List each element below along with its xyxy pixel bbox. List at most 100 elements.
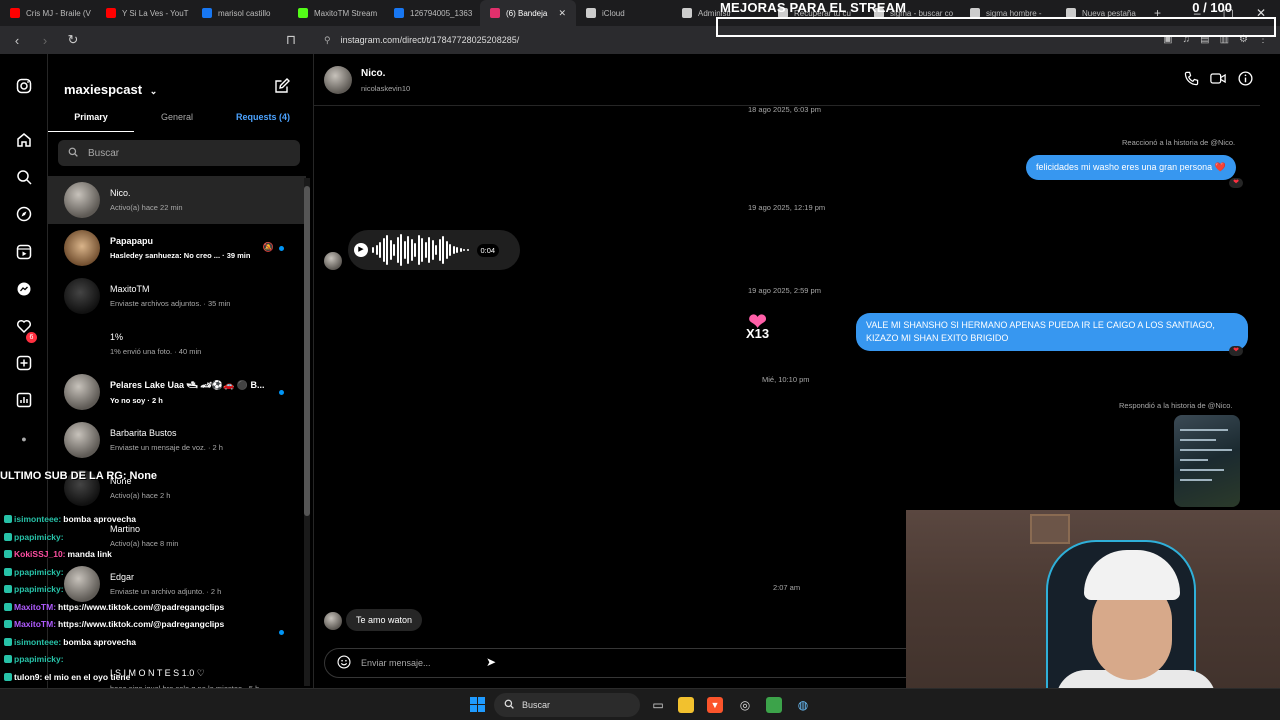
waveform-bar xyxy=(403,241,406,259)
chat-text: el mio en el oyo tiene xyxy=(44,671,131,682)
tab-favicon-icon xyxy=(682,8,692,18)
forward-button[interactable]: › xyxy=(36,33,54,48)
tab-requests[interactable]: Requests (4) xyxy=(220,110,306,132)
home-icon[interactable] xyxy=(14,130,34,150)
message-bubble-sent[interactable]: VALE MI SHANSHO SI HERMANO APENAS PUEDA … xyxy=(856,313,1248,351)
account-switcher[interactable]: maxiespcast ⌄ xyxy=(64,82,157,97)
timestamp: Mié, 10:10 pm xyxy=(762,375,810,384)
avatar xyxy=(64,278,100,314)
back-button[interactable]: ‹ xyxy=(8,33,26,48)
conversation-name: Pelares Lake Uaa 🛥 🏎⚽🚗 ⚫ B... xyxy=(110,379,265,390)
muted-icon: 🔕 xyxy=(262,242,274,252)
phone-icon[interactable] xyxy=(1184,71,1199,89)
waveform-bar xyxy=(375,245,378,255)
chat-username: ppapimicky: xyxy=(14,566,64,577)
conversation-name: Barbarita Bustos xyxy=(110,428,177,438)
reload-button[interactable]: ↻ xyxy=(64,32,82,48)
chat-text: manda link xyxy=(67,549,112,559)
messages-icon[interactable] xyxy=(14,279,34,299)
tab-label: marisol castillo xyxy=(218,8,271,18)
waveform-bar xyxy=(407,236,409,264)
info-icon[interactable] xyxy=(1238,71,1253,89)
windows-start-icon[interactable] xyxy=(470,697,485,712)
dashboard-icon[interactable] xyxy=(14,390,34,410)
waveform-bar xyxy=(445,241,448,259)
reels-icon[interactable] xyxy=(14,242,34,262)
list-item[interactable]: MaxitoTM Enviaste archivos adjuntos. · 35… xyxy=(48,272,306,320)
story-thumbnail[interactable] xyxy=(1174,415,1240,507)
list-item[interactable]: Nico. Activo(a) hace 22 min xyxy=(48,176,306,224)
waveform-bar xyxy=(400,234,402,266)
instagram-icon[interactable] xyxy=(14,76,34,96)
avatar[interactable] xyxy=(324,66,352,94)
chat-username: isimonteee: xyxy=(14,514,62,524)
brave-browser-icon[interactable]: ▼ xyxy=(707,697,723,713)
search-input[interactable]: Buscar xyxy=(88,148,119,159)
message-bubble-received[interactable]: Te amo waton xyxy=(346,609,423,631)
sticker-label: X13 xyxy=(746,326,770,341)
waveform-bar xyxy=(421,238,423,262)
conversation-preview: Enviaste archivos adjuntos. · 35 min xyxy=(110,299,231,308)
url-field[interactable]: ⚲ instagram.com/direct/t/178477280252082… xyxy=(324,35,519,46)
browser-tab[interactable]: (6) Bandeja ✕ xyxy=(480,0,576,26)
waveform-bar xyxy=(386,235,388,265)
explore-icon[interactable] xyxy=(14,204,34,224)
message-bubble-sent[interactable]: felicidades mi washo eres una gran perso… xyxy=(1026,155,1236,180)
sticker[interactable]: ❤ X13 xyxy=(746,311,770,341)
compose-icon[interactable] xyxy=(274,78,290,98)
browser-tab[interactable]: Cris MJ - Braile (V xyxy=(0,0,96,26)
emoji-icon[interactable] xyxy=(337,655,351,671)
search-icon[interactable] xyxy=(14,167,34,187)
plus-icon[interactable] xyxy=(14,353,34,373)
file-explorer-icon[interactable] xyxy=(678,697,694,713)
waveform-bar xyxy=(431,240,434,260)
list-item[interactable]: 1% 1% envió una foto. · 40 min xyxy=(48,320,306,368)
waveform-bar xyxy=(382,238,385,262)
heart-icon[interactable] xyxy=(14,316,34,336)
taskbar-search-label: Buscar xyxy=(522,700,551,710)
conversation-scrollbar[interactable] xyxy=(304,178,310,686)
conversation-preview: Yo no soy · 2 h xyxy=(110,395,163,405)
browser-tab[interactable]: marisol castillo xyxy=(192,0,288,26)
voice-message[interactable]: ▶ 0:04 xyxy=(348,230,520,270)
close-tab-icon[interactable]: ✕ xyxy=(558,8,566,19)
list-item[interactable]: Papapapu Hasledey sanhueza: No creo ... ·… xyxy=(48,224,306,272)
waveform-bar xyxy=(393,244,395,256)
scrollbar-thumb[interactable] xyxy=(304,186,310,516)
list-item[interactable]: Pelares Lake Uaa 🛥 🏎⚽🚗 ⚫ B... Yo no soy ·… xyxy=(48,368,306,416)
tab-general[interactable]: General xyxy=(134,110,220,132)
inbox-search[interactable]: Buscar xyxy=(58,140,300,166)
list-item[interactable]: Barbarita Bustos Enviaste un mensaje de v… xyxy=(48,416,306,464)
play-icon[interactable]: ▶ xyxy=(354,243,368,257)
chat-badge-icon xyxy=(4,637,12,646)
tab-favicon-icon xyxy=(10,8,20,18)
avatar xyxy=(64,326,100,362)
taskbar-search[interactable]: Buscar xyxy=(494,693,640,717)
chat-badge-icon xyxy=(4,550,12,558)
chat-username: ppapimicky: xyxy=(14,654,64,664)
browser-tab[interactable]: iCloud xyxy=(576,0,672,26)
reaction-heart: ❤ xyxy=(1229,178,1243,188)
tab-primary[interactable]: Primary xyxy=(48,110,134,132)
browser-tab[interactable]: MaxitoTM Stream xyxy=(288,0,384,26)
browser-tab[interactable]: Y Si La Ves - YouT xyxy=(96,0,192,26)
chat-badge-icon xyxy=(4,585,12,593)
browser-tab[interactable]: 126794005_1363 xyxy=(384,0,480,26)
conversation-preview: Activo(a) hace 22 min xyxy=(110,203,183,212)
app-icon[interactable] xyxy=(766,697,782,713)
tab-favicon-icon xyxy=(490,8,500,18)
timestamp: 19 ago 2025, 2:59 pm xyxy=(748,286,821,295)
bookmark-icon[interactable]: ⊓ xyxy=(282,32,300,48)
chat-username: MaxitoTM: xyxy=(14,601,57,612)
account-name: maxiespcast xyxy=(64,82,143,97)
video-icon[interactable] xyxy=(1210,71,1226,89)
message-input[interactable]: Enviar mensaje... xyxy=(361,658,431,668)
site-info-icon[interactable]: ⚲ xyxy=(324,35,331,46)
chat-contact-name[interactable]: Nico. xyxy=(361,68,385,79)
globe-icon[interactable]: ◍ xyxy=(795,697,811,713)
task-view-icon[interactable]: ▭ xyxy=(650,697,666,713)
profile-avatar[interactable]: ● xyxy=(14,429,34,449)
unread-dot xyxy=(279,390,284,395)
obs-icon[interactable]: ◎ xyxy=(737,697,753,713)
stream-chat-message: tulon9: el mio en el oyo tiene xyxy=(4,669,284,687)
